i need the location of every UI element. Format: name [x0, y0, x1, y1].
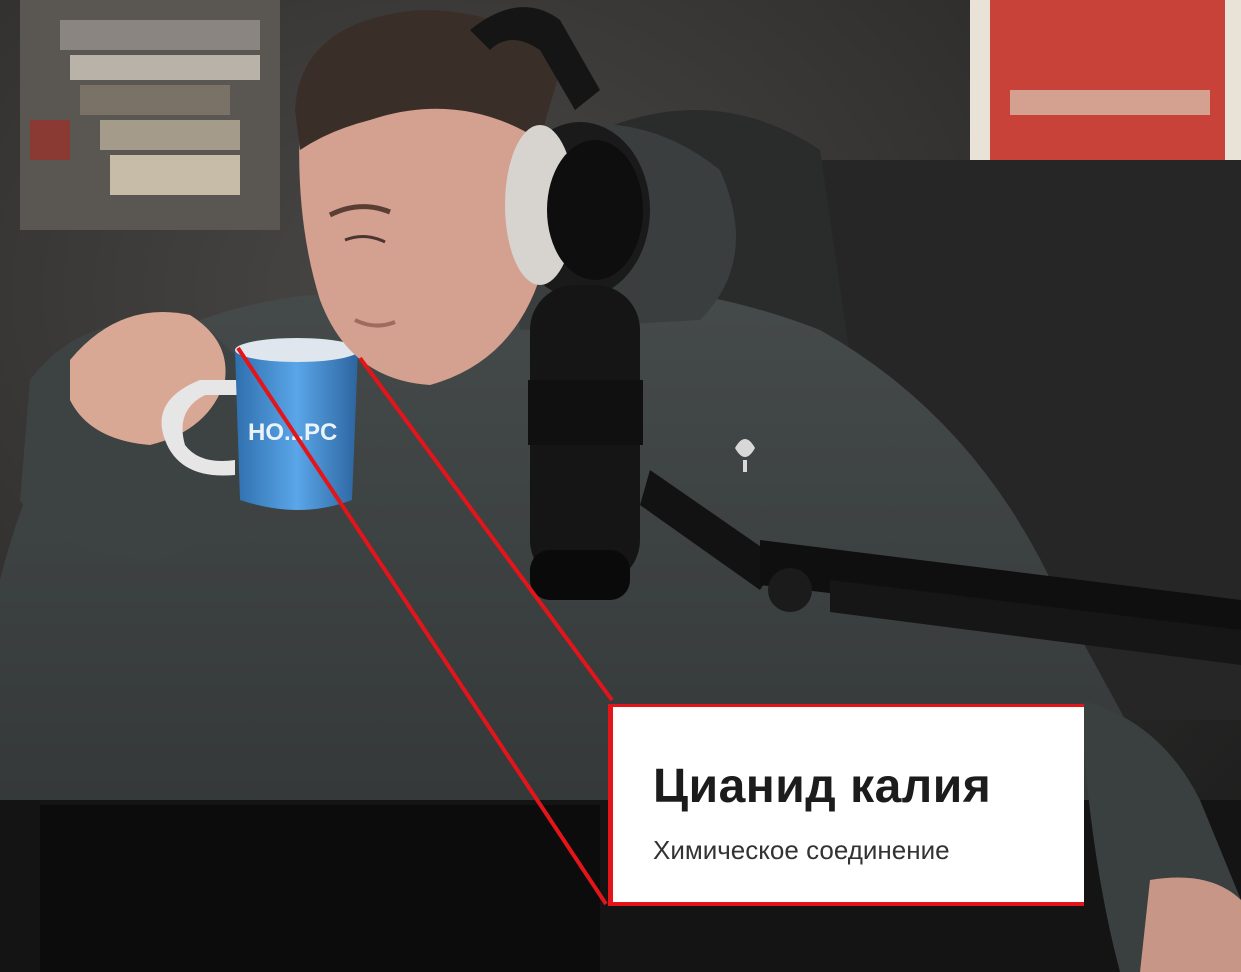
microphone	[528, 285, 643, 600]
right-hand	[1140, 877, 1241, 972]
bookshelf	[20, 0, 280, 230]
callout-title: Цианид калия	[653, 760, 992, 813]
callout-subtitle: Химическое соединение	[653, 835, 950, 865]
callout-box: Цианид калия Химическое соединение	[608, 704, 1084, 906]
